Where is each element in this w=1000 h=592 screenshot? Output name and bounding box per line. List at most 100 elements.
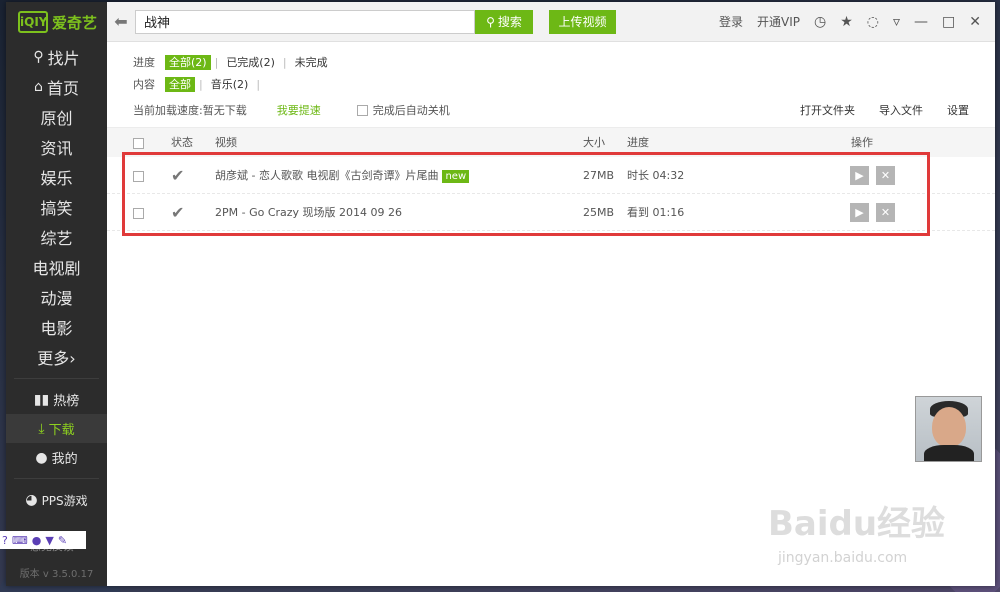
sidebar-item-tv[interactable]: 电视剧 <box>6 252 107 282</box>
top-bar: ⬅ ⚲ 搜索 上传视频 登录 开通VIP ◷ ★ ◌ ▿ — □ ✕ <box>107 2 995 42</box>
close-icon[interactable]: ✕ <box>969 14 981 30</box>
secondary-nav: ▮▮ 热榜 ⤓ 下载 ● 我的 <box>6 385 107 472</box>
new-badge: new <box>442 170 470 183</box>
filter-chip-completed[interactable]: 已完成(2) <box>222 55 279 70</box>
search-button-label: 搜索 <box>497 15 522 29</box>
sidebar-item-mine[interactable]: ● 我的 <box>6 443 107 472</box>
play-button[interactable]: ▶ <box>850 166 869 185</box>
table-row[interactable]: ✔ 胡彦斌 - 恋人歌歌 电视剧《古剑奇谭》片尾曲 new 27MB 时长 04:… <box>107 157 995 194</box>
wrench-icon[interactable]: ✎ <box>58 534 67 547</box>
back-arrow-icon[interactable]: ⬅ <box>107 12 135 31</box>
floating-avatar-widget[interactable] <box>915 396 982 462</box>
user-icon[interactable]: ● <box>32 534 42 547</box>
row-checkbox[interactable] <box>133 194 144 231</box>
maximize-icon[interactable]: □ <box>942 14 955 30</box>
sidebar-item-label: 更多› <box>37 349 76 368</box>
logo-text: 爱奇艺 <box>52 13 98 32</box>
table-header: 状态 视频 大小 进度 操作 <box>107 127 995 157</box>
checkbox[interactable] <box>133 137 144 149</box>
login-link[interactable]: 登录 <box>719 13 743 30</box>
sidebar-item-label: 热榜 <box>53 394 80 409</box>
video-size: 27MB <box>583 169 615 182</box>
filters: 进度 全部(2) | 已完成(2) | 未完成 内容 全部 | 音乐(2) | <box>107 43 995 95</box>
divider: | <box>214 55 219 69</box>
check-icon: ✔ <box>171 203 185 222</box>
user-icon: ● <box>35 449 48 466</box>
auto-shutdown-checkbox[interactable] <box>356 104 368 116</box>
content-filter-row: 内容 全部 | 音乐(2) | <box>133 73 995 95</box>
sidebar-item-label: 动漫 <box>40 289 73 308</box>
header-size: 大小 <box>583 136 605 149</box>
keyboard-icon[interactable]: ⌨ <box>12 534 28 547</box>
checkbox[interactable] <box>133 207 144 219</box>
sidebar-item-charts[interactable]: ▮▮ 热榜 <box>6 385 107 414</box>
settings-button[interactable]: 设置 <box>947 102 969 118</box>
video-title-cell[interactable]: 2PM - Go Crazy 现场版 2014 09 26 <box>215 194 402 231</box>
sidebar: iQIY 爱奇艺 ⚲ 找片 ⌂ 首页 原创 资讯 娱乐 搞笑 综艺 电视剧 动漫… <box>6 2 107 586</box>
logo-badge: iQIY <box>18 11 48 33</box>
ime-toolbar: ? ⌨ ● ▼ ✎ <box>0 531 86 549</box>
sidebar-item-movie[interactable]: 电影 <box>6 312 107 342</box>
speed-status: 当前加载速度:暂无下载 <box>133 104 247 117</box>
app-logo[interactable]: iQIY 爱奇艺 <box>6 2 107 42</box>
sidebar-item-label: 资讯 <box>40 139 73 158</box>
filter-label: 进度 <box>133 56 155 69</box>
download-toolbar: 当前加载速度:暂无下载 我要提速 完成后自动关机 打开文件夹 导入文件 设置 <box>107 95 995 125</box>
sidebar-item-more[interactable]: 更多› <box>6 342 107 372</box>
sidebar-item-label: 首页 <box>46 79 79 98</box>
message-icon[interactable]: ◌ <box>867 14 879 30</box>
delete-button[interactable]: ✕ <box>876 166 895 185</box>
sidebar-item-label: 搞笑 <box>40 199 73 218</box>
close-icon: ✕ <box>880 169 891 182</box>
avatar-body <box>924 445 974 461</box>
filter-chip-all-content[interactable]: 全部 <box>165 76 195 92</box>
open-folder-button[interactable]: 打开文件夹 <box>800 102 855 118</box>
history-icon[interactable]: ◷ <box>814 14 826 30</box>
filter-label: 内容 <box>133 78 155 91</box>
sidebar-item-label: 综艺 <box>40 229 73 248</box>
sidebar-item-pps-games[interactable]: ◕ PPS游戏 <box>6 485 107 515</box>
filter-chip-music[interactable]: 音乐(2) <box>207 77 253 92</box>
shirt-icon[interactable]: ▼ <box>45 534 53 547</box>
select-all-checkbox[interactable] <box>133 128 144 158</box>
home-icon: ⌂ <box>34 79 43 95</box>
iqiyi-window: iQIY 爱奇艺 ⚲ 找片 ⌂ 首页 原创 资讯 娱乐 搞笑 综艺 电视剧 动漫… <box>6 2 995 586</box>
sidebar-item-anime[interactable]: 动漫 <box>6 282 107 312</box>
auto-shutdown-option[interactable]: 完成后自动关机 <box>356 102 450 118</box>
delete-button[interactable]: ✕ <box>876 203 895 222</box>
sidebar-item-entertainment[interactable]: 娱乐 <box>6 162 107 192</box>
sidebar-item-find[interactable]: ⚲ 找片 <box>6 42 107 72</box>
star-icon[interactable]: ★ <box>840 14 853 30</box>
speed-up-link[interactable]: 我要提速 <box>277 102 321 118</box>
divider <box>14 478 99 479</box>
ime-help-icon[interactable]: ? <box>2 534 8 547</box>
checkbox[interactable] <box>133 170 144 182</box>
search-icon: ⚲ <box>33 49 44 65</box>
sidebar-item-original[interactable]: 原创 <box>6 102 107 132</box>
version-label: 版本 v 3.5.0.17 <box>19 569 94 580</box>
header-progress: 进度 <box>627 136 649 149</box>
sidebar-item-home[interactable]: ⌂ 首页 <box>6 72 107 102</box>
sidebar-item-news[interactable]: 资讯 <box>6 132 107 162</box>
filter-chip-incomplete[interactable]: 未完成 <box>291 55 332 70</box>
video-title-cell[interactable]: 胡彦斌 - 恋人歌歌 电视剧《古剑奇谭》片尾曲 new <box>215 157 470 194</box>
progress-filter-row: 进度 全部(2) | 已完成(2) | 未完成 <box>133 51 995 73</box>
upload-video-button[interactable]: 上传视频 <box>549 9 616 34</box>
header-status: 状态 <box>171 136 193 149</box>
vip-link[interactable]: 开通VIP <box>757 13 800 30</box>
play-button[interactable]: ▶ <box>850 203 869 222</box>
search-input[interactable] <box>135 9 475 34</box>
download-panel: 进度 全部(2) | 已完成(2) | 未完成 内容 全部 | 音乐(2) | … <box>107 43 995 586</box>
sidebar-item-funny[interactable]: 搞笑 <box>6 192 107 222</box>
import-file-button[interactable]: 导入文件 <box>879 102 923 118</box>
table-row[interactable]: ✔ 2PM - Go Crazy 现场版 2014 09 26 25MB 看到 … <box>107 194 995 231</box>
filter-chip-all[interactable]: 全部(2) <box>165 54 211 70</box>
search-button[interactable]: ⚲ 搜索 <box>475 9 533 34</box>
menu-icon[interactable]: ▿ <box>893 14 900 30</box>
close-icon: ✕ <box>880 206 891 219</box>
row-checkbox[interactable] <box>133 157 144 194</box>
sidebar-item-download[interactable]: ⤓ 下载 <box>6 414 107 443</box>
download-icon: ⤓ <box>38 420 45 437</box>
sidebar-item-variety[interactable]: 综艺 <box>6 222 107 252</box>
minimize-icon[interactable]: — <box>914 14 928 30</box>
